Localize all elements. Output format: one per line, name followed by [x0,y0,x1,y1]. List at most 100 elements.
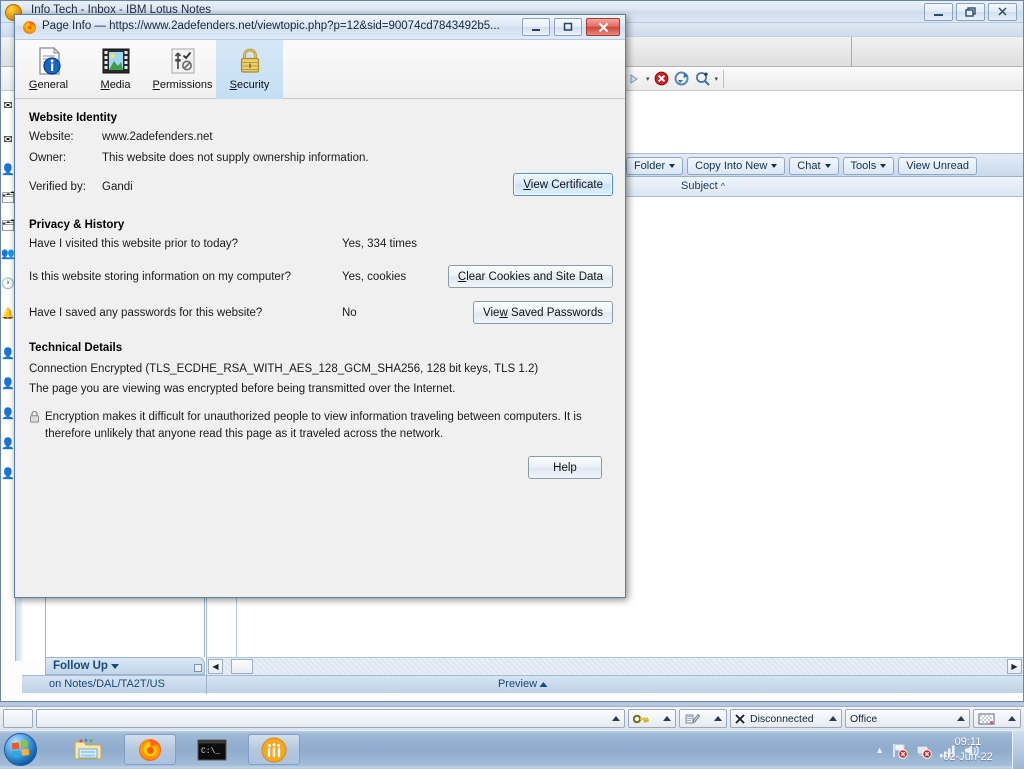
folder-icon[interactable]: 🗂 [1,219,15,234]
person-icon[interactable]: 👤 [1,347,15,362]
notes-window-controls [924,3,1017,21]
clock-time: 09:11 [954,736,982,748]
clear-cookies-button[interactable]: Clear Cookies and Site Data [447,265,613,288]
refresh-icon[interactable] [673,69,692,88]
person-icon[interactable]: 👤 [1,437,15,452]
notes-restore-button[interactable] [956,3,985,21]
column-header-subject[interactable]: Subject ^ [681,180,725,192]
website-label: Website: [29,131,74,143]
panel-resize-handle[interactable] [194,664,202,672]
tab-permissions-label: Permissions [152,79,213,91]
dropdown-arrow-icon[interactable]: ▾ [715,75,719,83]
taskbar-command-prompt[interactable]: C:\_ [190,734,234,765]
help-button[interactable]: Help [528,456,602,479]
status-location[interactable]: Office [845,709,970,728]
tab-security[interactable]: Security [216,40,283,99]
view-saved-passwords-button[interactable]: View Saved Passwords [473,301,613,324]
x-icon [735,713,745,724]
taskbar-explorer[interactable] [66,734,110,765]
verified-by-value: Gandi [102,181,133,193]
person-icon[interactable]: 👤 [1,407,15,422]
chat-button[interactable]: Chat [789,157,839,175]
tab-permissions[interactable]: Permissions [149,40,216,99]
person-icon[interactable]: 👤 [1,377,15,392]
mail-list-horizontal-scrollbar[interactable]: ◀ ▶ [207,657,1023,675]
scroll-left-button[interactable]: ◀ [208,659,223,674]
follow-up-label: Follow Up [53,660,108,672]
notes-close-button[interactable] [988,3,1017,21]
scroll-right-button[interactable]: ▶ [1007,659,1022,674]
status-connection[interactable]: Disconnected [730,709,842,728]
preview-toggle[interactable]: Preview [498,678,548,690]
passwords-label: Have I saved any passwords for this webs… [29,307,263,319]
notes-icon-rail[interactable]: ✉ ✉ 👤 🗂 🗂 👥 🕐 🔔 👤 👤 👤 👤 👤 [1,91,15,661]
chevron-down-icon [824,164,831,168]
copy-into-new-button[interactable]: Copy Into New [687,157,786,175]
tab-general-label: General [28,79,69,91]
toolbar-divider [723,69,725,88]
status-theme[interactable] [973,709,1021,728]
visited-label: Have I visited this website prior to tod… [29,238,239,250]
status-blank-small[interactable] [3,709,33,728]
folder-icon[interactable]: 🗂 [1,191,15,206]
stop-icon[interactable] [652,69,671,88]
show-hidden-icons-icon[interactable]: ▲ [875,745,884,755]
windows-start-orb[interactable] [4,733,37,766]
show-desktop-button[interactable] [1012,731,1024,769]
page-info-body: Website Identity Website: www.2adefender… [15,99,625,597]
tab-general[interactable]: General [15,40,82,99]
tools-button[interactable]: Tools [842,157,895,175]
chevron-up-icon [957,716,965,721]
scrollbar-thumb[interactable] [231,659,253,674]
mail-icon[interactable]: ✉ [1,133,15,148]
view-certificate-button[interactable]: View Certificate [513,173,613,196]
verified-by-row: Verified by: Gandi View Certificate [29,173,613,207]
chat-button-label: Chat [797,160,821,172]
page-info-minimize-button[interactable] [522,18,550,36]
status-key[interactable] [628,709,676,728]
privacy-history-heading: Privacy & History [29,219,125,231]
view-unread-button[interactable]: View Unread [898,157,977,175]
encryption-explanation-paragraph: Encryption makes it difficult for unauth… [45,411,582,440]
notes-status-location: on Notes/DAL/TA2T/US [49,678,165,690]
taskbar-lotus-notes[interactable] [248,734,300,765]
clock-icon[interactable]: 🕐 [1,277,15,292]
tab-media-label: Media [100,79,131,91]
page-info-maximize-button[interactable] [554,18,582,36]
tab-media[interactable]: Media [82,40,149,99]
page-info-dialog: Page Info — https://www.2adefenders.net/… [14,14,626,598]
key-icon [633,714,649,723]
visited-row: Have I visited this website prior to tod… [29,238,613,267]
notes-minimize-button[interactable] [924,3,953,21]
forward-arrow-icon[interactable] [625,69,644,88]
lotus-notes-icon [261,737,287,762]
page-info-close-button[interactable] [586,18,620,36]
people-icon[interactable]: 👥 [1,247,15,262]
application-status-bar: Disconnected Office [0,706,1024,730]
folder-button[interactable]: Folder [625,157,684,175]
flag-error-icon[interactable] [891,742,908,759]
network-error-icon[interactable] [915,742,932,759]
chevron-up-icon [714,716,722,721]
taskbar-firefox[interactable] [124,734,176,765]
person-icon[interactable]: 👤 [1,467,15,482]
follow-up-tab[interactable]: Follow Up [45,657,205,675]
status-connection-label: Disconnected [750,712,814,725]
checker-icon [978,713,995,724]
contact-icon[interactable]: 👤 [1,163,15,178]
taskbar-clock[interactable]: 09:11 02-Jun-22 [932,735,1004,765]
dropdown-arrow-icon[interactable]: ▾ [646,75,650,83]
view-certificate-label: View Certificate [523,178,603,191]
mail-icon[interactable]: ✉ [1,99,15,114]
chevron-down-icon [771,164,778,168]
status-mail[interactable] [679,709,727,728]
help-button-label: Help [553,461,577,474]
folder-button-label: Folder [633,160,666,172]
permissions-sliders-icon [170,48,195,74]
sort-ascending-icon: ^ [720,181,725,191]
owner-value: This website does not supply ownership i… [102,152,369,164]
search-icon[interactable] [694,69,713,88]
bell-icon[interactable]: 🔔 [1,307,15,322]
status-message-field[interactable] [36,709,625,728]
connection-encrypted-line: Connection Encrypted (TLS_ECDHE_RSA_WITH… [29,363,539,375]
